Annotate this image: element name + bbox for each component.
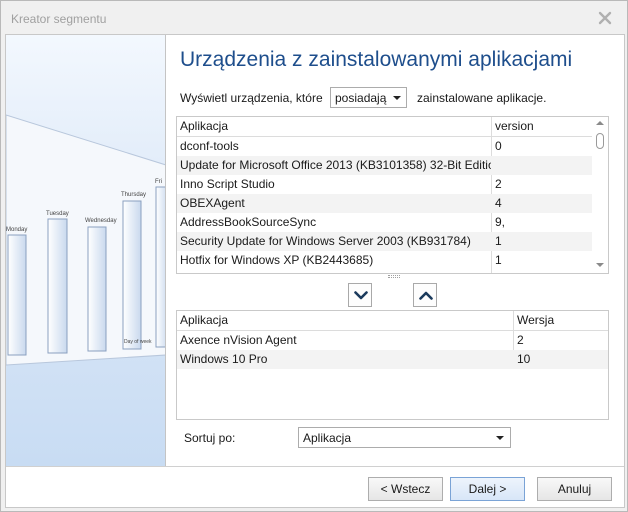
filter-label-after: zainstalowane aplikacje. xyxy=(417,91,547,105)
column-header-application[interactable]: Aplikacja xyxy=(177,117,492,136)
cell-application: AddressBookSourceSync xyxy=(180,215,317,229)
chevron-down-icon xyxy=(496,436,504,440)
table-row[interactable]: OBEXAgent 4 xyxy=(177,194,608,213)
table-row[interactable]: Inno Script Studio 2 xyxy=(177,175,608,194)
cell-version: 9, xyxy=(495,215,506,229)
side-bar-1: Monday xyxy=(6,227,27,356)
footer-bar: < Wstecz Dalej > Anuluj xyxy=(6,466,624,507)
bar-chart-illustration: Monday Tuesday Wednesday Thursday Fri Da… xyxy=(6,114,165,366)
cell-application: Security Update for Windows Server 2003 … xyxy=(180,234,471,248)
cell-version: 1 xyxy=(495,234,502,248)
back-button[interactable]: < Wstecz xyxy=(368,477,443,501)
table-row[interactable]: dconf-tools 0 xyxy=(177,137,608,156)
cell-version: 4 xyxy=(495,196,502,210)
cell-version: 1 xyxy=(495,253,502,267)
table-row[interactable]: Security Update for Windows Server 2003 … xyxy=(177,232,608,251)
cell-application: Inno Script Studio xyxy=(180,177,275,191)
close-icon[interactable] xyxy=(597,10,613,26)
svg-text:Thursday: Thursday xyxy=(121,192,146,198)
side-axis-label: Day of week xyxy=(124,339,152,345)
scroll-down-icon[interactable] xyxy=(596,263,604,267)
table-header: Aplikacja Wersja xyxy=(177,311,608,331)
cell-version xyxy=(492,156,592,175)
cell-application: dconf-tools xyxy=(180,139,239,153)
wizard-window: Kreator segmentu Monday Tuesday Wednesda… xyxy=(0,0,628,512)
filter-row: Wyświetl urządzenia, które posiadają zai… xyxy=(180,87,620,109)
cell-application: Update for Microsoft Office 2013 (KB3101… xyxy=(180,158,491,172)
scroll-up-icon[interactable] xyxy=(596,121,604,125)
selected-apps-table[interactable]: Aplikacja Wersja Axence nVision Agent 2 … xyxy=(176,310,609,420)
cell-version: 2 xyxy=(517,333,524,347)
svg-text:Tuesday: Tuesday xyxy=(46,211,69,217)
title-bar: Kreator segmentu xyxy=(1,1,627,35)
filter-dropdown[interactable]: posiadają xyxy=(330,87,407,108)
column-header-application[interactable]: Aplikacja xyxy=(177,311,513,330)
cell-version: 10 xyxy=(517,352,531,366)
table-row[interactable]: Windows 10 Pro 10 xyxy=(177,350,608,369)
next-button[interactable]: Dalej > xyxy=(450,477,525,501)
side-illustration: Monday Tuesday Wednesday Thursday Fri Da… xyxy=(6,35,166,466)
side-bar-5: Fri xyxy=(155,179,165,348)
sort-dropdown-value: Aplikacja xyxy=(303,431,352,445)
window-title: Kreator segmentu xyxy=(11,12,107,26)
svg-text:Fri: Fri xyxy=(155,179,162,185)
sort-dropdown[interactable]: Aplikacja xyxy=(298,427,511,448)
cell-application: Windows 10 Pro xyxy=(180,352,268,366)
page-title: Urządzenia z zainstalowanymi aplikacjami xyxy=(180,48,573,71)
filter-label-before: Wyświetl urządzenia, które xyxy=(180,91,323,105)
resize-grip-icon[interactable] xyxy=(388,275,400,278)
table-header: Aplikacja version xyxy=(177,117,608,137)
table-row[interactable]: AddressBookSourceSync 9, xyxy=(177,213,608,232)
svg-text:Monday: Monday xyxy=(6,227,27,233)
filter-dropdown-value: posiadają xyxy=(335,91,387,105)
remove-application-button[interactable] xyxy=(413,283,437,307)
sort-row: Sortuj po: Aplikacja xyxy=(184,427,514,449)
chevron-down-icon xyxy=(354,291,368,300)
vertical-scrollbar[interactable] xyxy=(592,117,608,273)
chevron-down-icon xyxy=(393,96,401,100)
table-row[interactable]: Hotfix for Windows XP (KB2443685) 1 xyxy=(177,251,608,270)
content-pane: Urządzenia z zainstalowanymi aplikacjami… xyxy=(166,35,624,466)
table-row[interactable]: Axence nVision Agent 2 xyxy=(177,331,608,350)
scrollbar-thumb[interactable] xyxy=(596,133,604,149)
cell-application: OBEXAgent xyxy=(180,196,245,210)
table-row[interactable]: Update for Microsoft Office 2013 (KB3101… xyxy=(177,156,608,175)
cell-application: Hotfix for Windows XP (KB2443685) xyxy=(180,253,374,267)
cell-version: 0 xyxy=(495,139,502,153)
column-header-version[interactable]: Wersja xyxy=(514,311,608,330)
svg-text:Wednesday: Wednesday xyxy=(85,218,117,224)
column-header-version[interactable]: version xyxy=(492,117,592,136)
add-application-button[interactable] xyxy=(348,283,372,307)
cancel-button[interactable]: Anuluj xyxy=(537,477,612,501)
sort-label: Sortuj po: xyxy=(184,431,236,445)
available-apps-table[interactable]: Aplikacja version dconf-tools 0 Update f… xyxy=(176,116,609,274)
cell-application: Axence nVision Agent xyxy=(180,333,297,347)
chevron-up-icon xyxy=(419,291,433,300)
side-bar-2: Tuesday xyxy=(46,211,69,354)
wizard-frame: Monday Tuesday Wednesday Thursday Fri Da… xyxy=(5,34,625,508)
cell-version: 2 xyxy=(495,177,502,191)
